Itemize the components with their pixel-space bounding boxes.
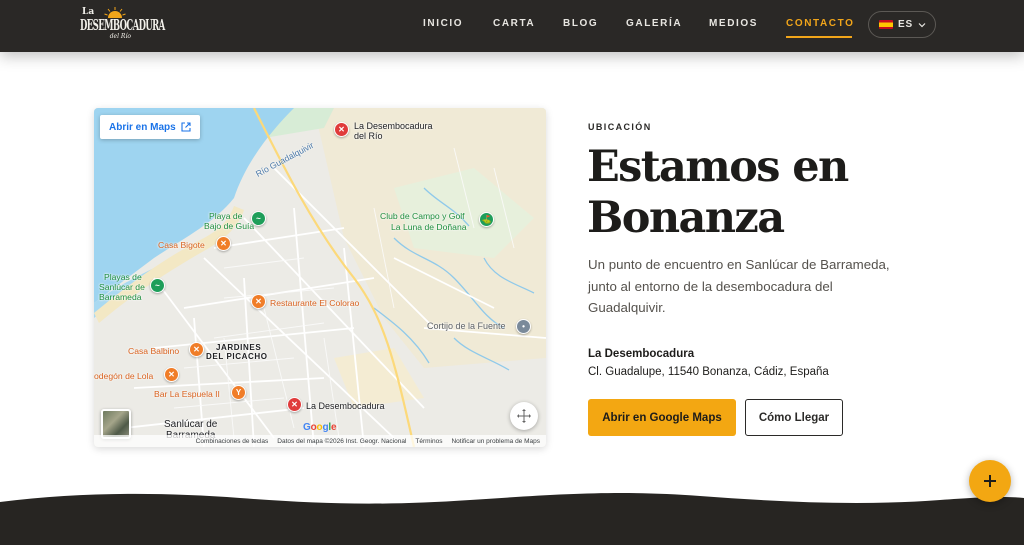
page-title: Estamos en Bonanza [587,142,849,243]
restaurant-pin-icon[interactable]: ✕ [189,342,204,357]
map-label-playas-sanlucar-2: Sanlúcar de [99,282,145,292]
map-label-restaurante-colorao: Restaurante El Colorao [270,298,360,308]
place-address: Cl. Guadalupe, 11540 Bonanza, Cádiz, Esp… [588,366,829,378]
map-label-bar-espuela: Bar La Espuela II [154,389,220,399]
place-pin-icon[interactable]: • [516,319,531,334]
spain-flag-icon [879,20,893,29]
map-label-bodegon-lola: odegón de Lola [94,371,154,381]
map-label-casa-balbino: Casa Balbino [128,346,180,356]
google-logo: Google [303,422,337,433]
map-label-playas-sanlucar-3: Barrameda [99,292,142,302]
open-in-maps-label: Abrir en Maps [109,121,176,133]
chevron-down-icon [918,22,926,27]
nav-item-medios[interactable]: MEDIOS [709,18,758,29]
map-label-desembocadura-rio-2: del Río [354,131,383,141]
open-in-maps-button[interactable]: Abrir en Maps [100,115,200,139]
beach-pin-icon[interactable]: ~ [150,278,165,293]
logo-text-la: La [82,7,95,17]
location-description: Un punto de encuentro en Sanlúcar de Bar… [588,257,890,315]
fullscreen-icon [517,409,531,423]
golf-pin-icon[interactable]: ⛳ [479,212,494,227]
site-header: La DESEMBOCADURA del Río INICIO CARTA BL… [0,0,1024,52]
embedded-map[interactable]: ✕ La Desembocadura del Río Río Guadalqui… [94,108,546,447]
nav-active-indicator [786,36,852,38]
map-label-la-desembocadura: La Desembocadura [306,401,385,411]
restaurant-pin-icon[interactable]: ✕ [334,122,349,137]
open-google-maps-button[interactable]: Abrir en Google Maps [588,399,736,436]
nav-item-carta[interactable]: CARTA [493,18,535,29]
fullscreen-control[interactable] [510,402,538,430]
footer-wave [0,493,1024,545]
map-label-casa-bigote: Casa Bigote [158,240,205,250]
map-data-text: Datos del mapa ©2026 Inst. Geogr. Nacion… [277,437,407,445]
external-link-icon [181,122,191,132]
language-selector[interactable]: ES [868,11,936,38]
restaurant-pin-icon[interactable]: ✕ [287,397,302,412]
place-name: La Desembocadura [588,348,695,360]
map-label-playa-bajo-guia-1: Playa de [209,211,243,221]
map-label-sanlucar-1: Sanlúcar de [164,419,218,430]
nav-item-contacto[interactable]: CONTACTO [786,18,855,29]
map-label-playa-bajo-guia-2: Bajo de Guía [204,221,255,231]
map-attribution: Combinaciones de teclas Datos del mapa ©… [94,435,546,447]
nav-item-galeria[interactable]: GALERÍA [626,18,682,29]
map-label-cortijo-fuente: Cortijo de la Fuente [427,321,506,331]
restaurant-pin-icon[interactable]: ✕ [216,236,231,251]
map-label-club-campo-2: La Luna de Doñana [391,222,467,232]
plus-icon [984,475,996,487]
terms-link[interactable]: Términos [415,438,442,445]
restaurant-pin-icon[interactable]: ✕ [251,294,266,309]
map-label-jardines-2: DEL PICACHO [206,352,268,361]
logo-text-del-rio: del Río [109,33,131,40]
map-label-playas-sanlucar-1: Playas de [104,272,142,282]
nav-item-inicio[interactable]: INICIO [423,18,463,29]
section-eyebrow: UBICACIÓN [588,122,652,132]
restaurant-pin-icon[interactable]: ✕ [164,367,179,382]
map-label-club-campo-1: Club de Campo y Golf [380,211,465,221]
floating-action-button[interactable] [969,460,1011,502]
directions-button[interactable]: Cómo Llegar [745,399,843,436]
language-label: ES [898,19,913,30]
map-label-desembocadura-rio: La Desembocadura [354,121,433,131]
report-problem-link[interactable]: Notificar un problema de Maps [451,438,540,445]
nav-item-blog[interactable]: BLOG [563,18,598,29]
site-logo[interactable]: La DESEMBOCADURA del Río [80,6,165,42]
bar-pin-icon[interactable]: Y [231,385,246,400]
keyboard-shortcuts-link[interactable]: Combinaciones de teclas [196,438,269,445]
